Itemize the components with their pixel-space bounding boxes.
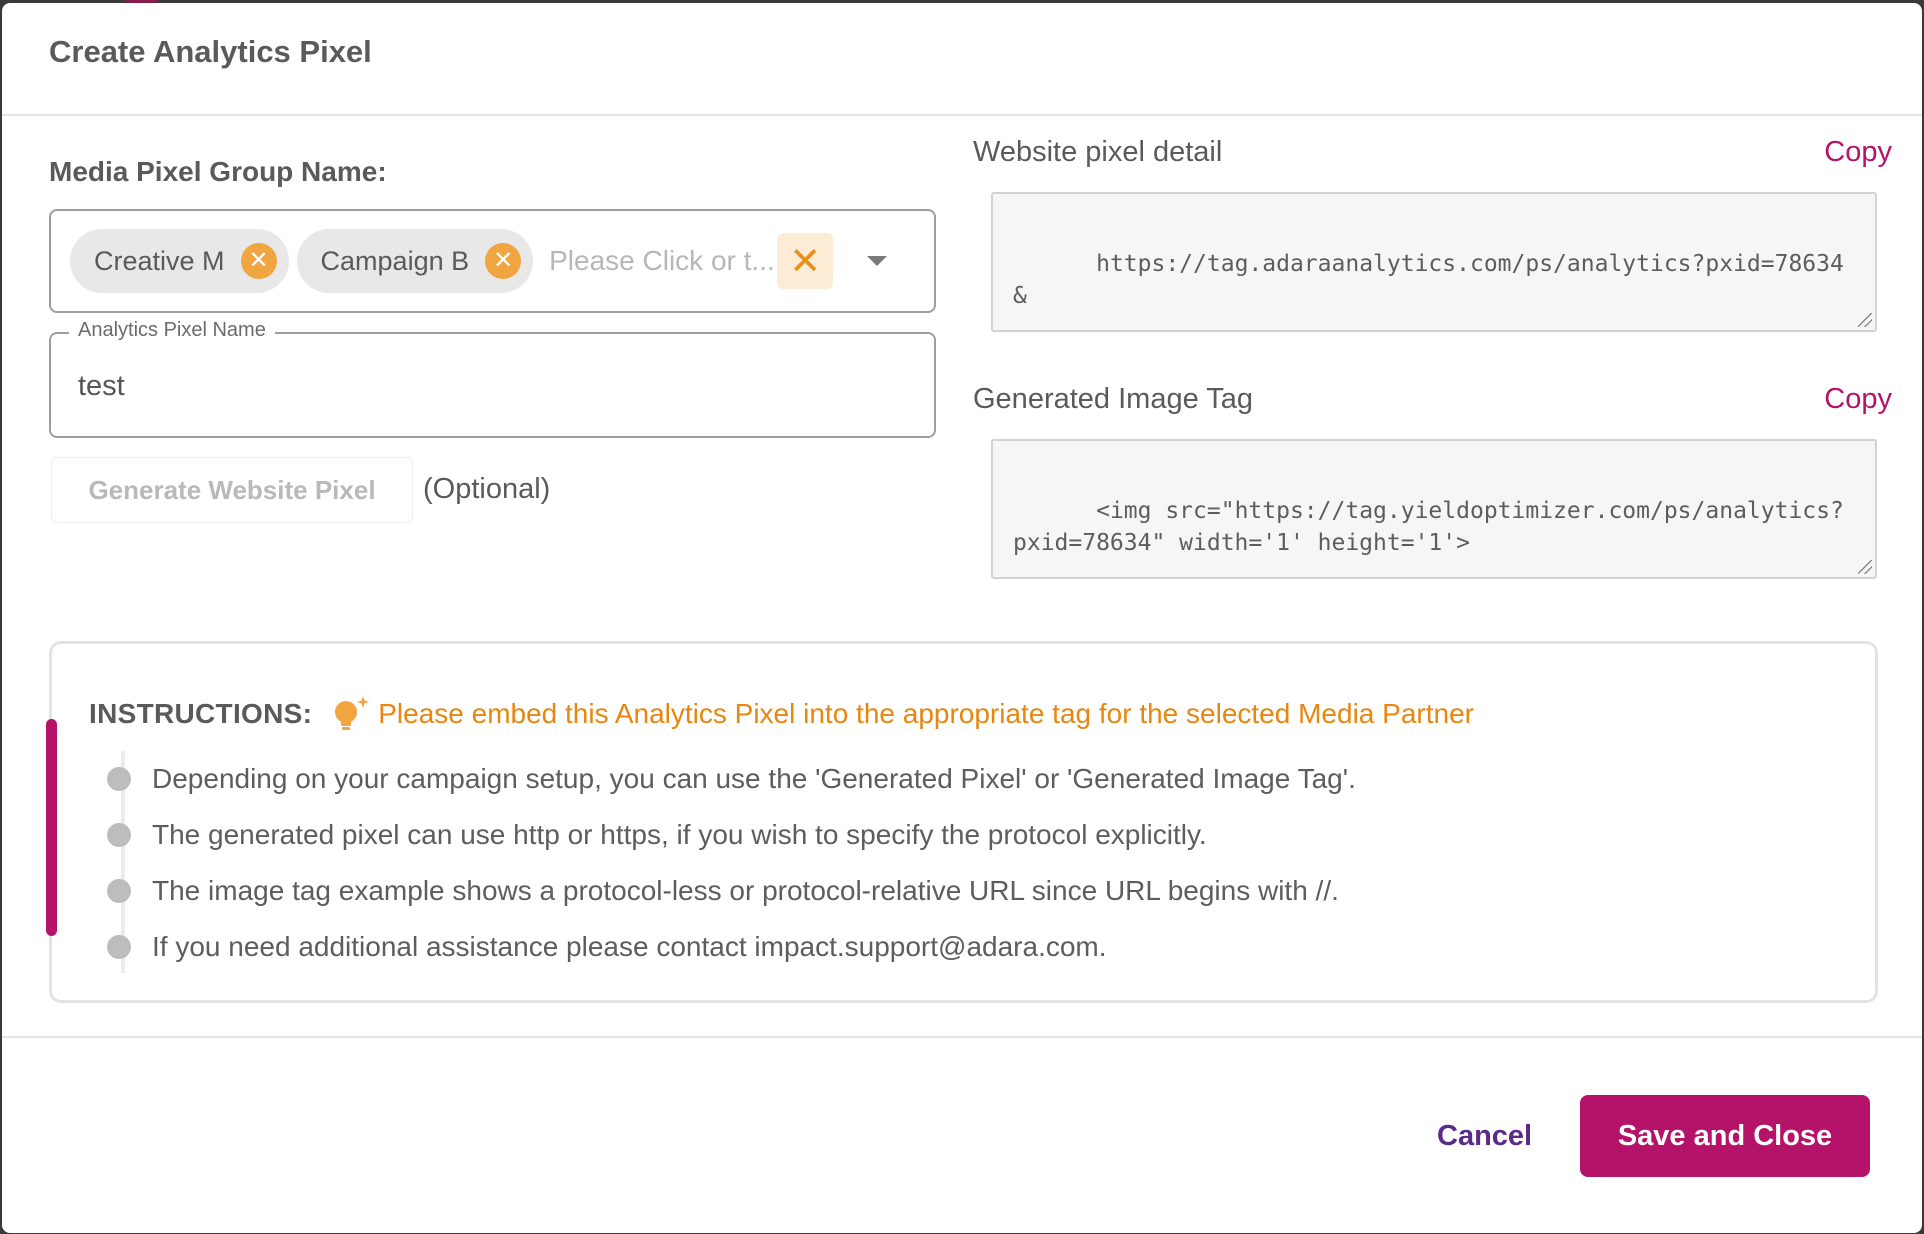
pixel-name-input[interactable]: test: [78, 370, 125, 403]
create-analytics-pixel-dialog: Create Analytics Pixel Media Pixel Group…: [2, 3, 1922, 1233]
bullet-dot-icon: [107, 879, 131, 903]
instructions-accent-bar: [46, 719, 57, 936]
chip-label: Creative M: [94, 245, 225, 276]
bullet-dot-icon: [107, 767, 131, 791]
dialog-header: Create Analytics Pixel: [2, 3, 1922, 116]
website-pixel-textarea[interactable]: https://tag.adaraanalytics.com/ps/analyt…: [991, 192, 1877, 332]
chip-label: Campaign B: [320, 245, 470, 276]
bullet-dot-icon: [107, 935, 131, 959]
chip-campaign: Campaign B ✕: [296, 229, 534, 293]
list-item-text: The generated pixel can use http or http…: [152, 819, 1207, 850]
close-circle-icon[interactable]: ✕: [485, 243, 522, 279]
generate-website-pixel-button[interactable]: Generate Website Pixel: [51, 457, 413, 523]
image-tag-textarea[interactable]: <img src="https://tag.yieldoptimizer.com…: [991, 439, 1877, 579]
save-and-close-button[interactable]: Save and Close: [1580, 1095, 1870, 1177]
instructions-list: Depending on your campaign setup, you ca…: [107, 751, 1356, 975]
close-circle-icon[interactable]: ✕: [240, 243, 277, 279]
pixel-name-legend: Analytics Pixel Name: [69, 319, 275, 342]
list-item: Depending on your campaign setup, you ca…: [107, 751, 1356, 807]
pixel-name-field[interactable]: Analytics Pixel Name test: [49, 319, 936, 438]
dialog-title: Create Analytics Pixel: [49, 33, 372, 69]
image-tag-value: <img src="https://tag.yieldoptimizer.com…: [1013, 498, 1844, 556]
resize-handle-icon[interactable]: [1858, 313, 1872, 327]
website-pixel-value: https://tag.adaraanalytics.com/ps/analyt…: [1013, 251, 1844, 309]
optional-note: (Optional): [423, 473, 551, 505]
list-item: The image tag example shows a protocol-l…: [107, 863, 1356, 919]
cancel-button[interactable]: Cancel: [1437, 1120, 1532, 1153]
list-item-text: If you need additional assistance please…: [152, 931, 1107, 962]
dialog-body: Media Pixel Group Name: Creative M ✕ Cam…: [2, 116, 1922, 1036]
clear-selection-icon[interactable]: ✕: [777, 233, 834, 289]
instructions-label: INSTRUCTIONS:: [89, 698, 313, 729]
chip-creative: Creative M ✕: [70, 229, 289, 293]
resize-handle-icon[interactable]: [1858, 560, 1872, 574]
list-item: The generated pixel can use http or http…: [107, 807, 1356, 863]
instructions-header: INSTRUCTIONS: Please embed this Analytic…: [89, 694, 1474, 734]
dialog-footer: Cancel Save and Close: [2, 1036, 1922, 1233]
website-pixel-label: Website pixel detail: [973, 136, 1223, 168]
copy-website-pixel-button[interactable]: Copy: [1824, 136, 1892, 169]
media-group-search-input[interactable]: Please Click or t...: [549, 245, 777, 277]
bullet-dot-icon: [107, 823, 131, 847]
chevron-down-icon[interactable]: [867, 256, 888, 266]
instructions-panel: INSTRUCTIONS: Please embed this Analytic…: [49, 641, 1878, 1003]
list-item: If you need additional assistance please…: [107, 919, 1356, 975]
list-item-text: The image tag example shows a protocol-l…: [152, 875, 1339, 906]
copy-image-tag-button[interactable]: Copy: [1824, 383, 1892, 416]
media-group-select[interactable]: Creative M ✕ Campaign B ✕ Please Click o…: [49, 209, 936, 313]
media-group-label: Media Pixel Group Name:: [49, 156, 387, 187]
instructions-message: Please embed this Analytics Pixel into t…: [378, 698, 1474, 729]
image-tag-label: Generated Image Tag: [973, 383, 1253, 415]
lightbulb-icon: [335, 696, 370, 730]
list-item-text: Depending on your campaign setup, you ca…: [152, 763, 1356, 794]
